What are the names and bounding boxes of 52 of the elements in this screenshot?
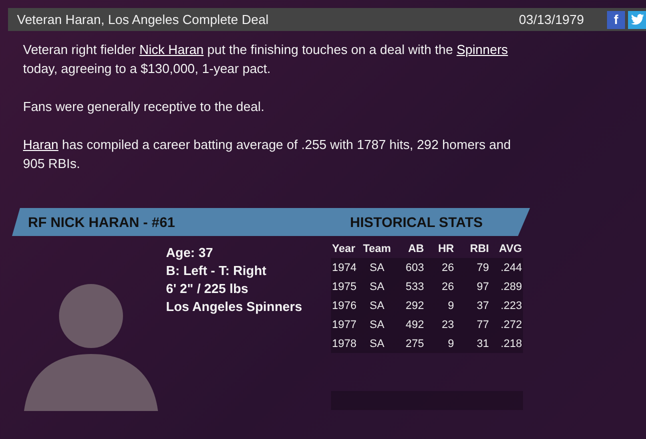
table-cell: 9 — [425, 334, 455, 353]
column-header: Year — [331, 242, 356, 256]
table-cell: 292 — [393, 296, 425, 315]
table-cell: 1974 — [331, 258, 361, 277]
table-cell: 1975 — [331, 277, 361, 296]
table-cell: 97 — [455, 277, 490, 296]
table-cell: 1978 — [331, 334, 361, 353]
article-paragraph: Haran has compiled a career batting average of .255 with 1787 hits, 292 homers and 905 RBIs. — [23, 136, 512, 173]
table-cell: .289 — [490, 277, 523, 296]
table-cell: 77 — [455, 315, 490, 334]
table-cell: 492 — [393, 315, 425, 334]
table-cell: 26 — [425, 258, 455, 277]
article-link[interactable]: Haran — [23, 137, 58, 152]
column-header: RBI — [469, 242, 490, 256]
table-cell: .272 — [490, 315, 523, 334]
column-header: AVG — [498, 242, 523, 256]
headline-title: Veteran Haran, Los Angeles Complete Deal — [17, 12, 270, 27]
player-detail: B: Left - T: Right — [166, 262, 268, 280]
article-link[interactable]: Nick Haran — [139, 42, 204, 57]
player-card-title: RF NICK HARAN - #61 — [27, 214, 176, 230]
table-cell: SA — [361, 296, 393, 315]
table-cell: SA — [361, 258, 393, 277]
player-detail: Los Angeles Spinners — [166, 298, 304, 316]
table-cell: 275 — [393, 334, 425, 353]
table-cell: 1976 — [331, 296, 361, 315]
table-cell: SA — [361, 277, 393, 296]
twitter-share-button[interactable] — [628, 10, 646, 28]
column-header: Team — [362, 242, 392, 256]
table-cell: .223 — [490, 296, 523, 315]
article-paragraph: Fans were generally receptive to the deal. — [23, 98, 266, 116]
table-cell: SA — [361, 315, 393, 334]
table-cell: .244 — [490, 258, 523, 277]
table-cell: 533 — [393, 277, 425, 296]
table-cell: 603 — [393, 258, 425, 277]
table-cell: .218 — [490, 334, 523, 353]
column-header: AB — [407, 242, 425, 256]
stats-title: HISTORICAL STATS — [350, 214, 483, 230]
table-cell: SA — [361, 334, 393, 353]
table-cell: 31 — [455, 334, 490, 353]
article-paragraph: Veteran right fielder Nick Haran put the finishing touches on a deal with the Spinners today, agreeing to a $130,000, 1-year pact. — [23, 41, 509, 78]
table-cell: 26 — [425, 277, 455, 296]
table-cell: 9 — [425, 296, 455, 315]
facebook-share-button[interactable]: f — [607, 10, 625, 28]
table-cell: 79 — [455, 258, 490, 277]
headline-date: 03/13/1979 — [518, 12, 584, 27]
player-detail: 6' 2" / 225 lbs — [166, 280, 250, 298]
column-header: HR — [437, 242, 455, 256]
player-detail: Age: 37 — [166, 244, 214, 262]
table-cell: 1977 — [331, 315, 361, 334]
table-cell: 23 — [425, 315, 455, 334]
table-cell: 37 — [455, 296, 490, 315]
article-link[interactable]: Spinners — [456, 42, 508, 57]
